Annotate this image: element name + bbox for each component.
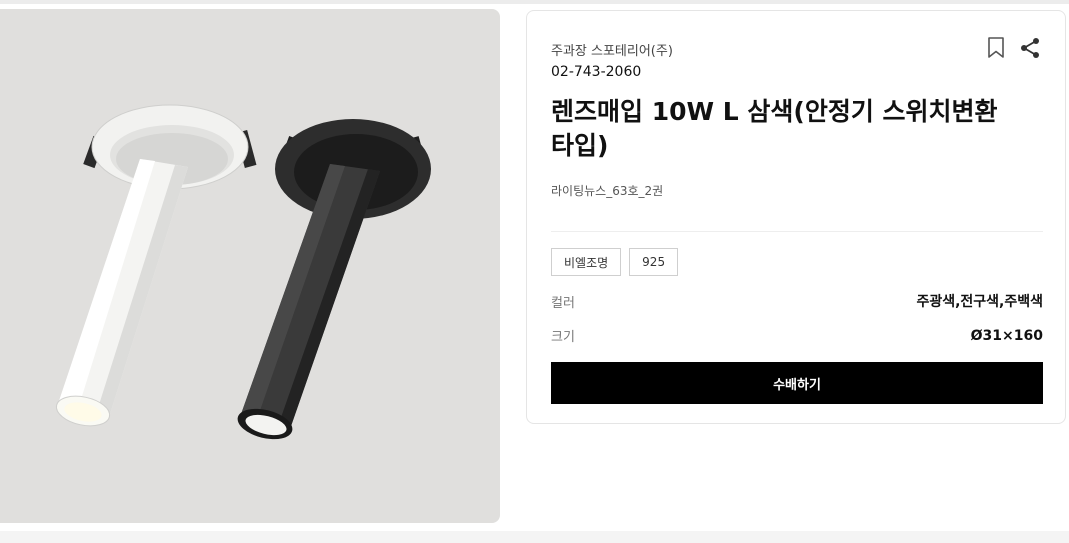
- spec-color-value: 주광색,전구색,주백색: [916, 294, 1043, 310]
- product-photo: [55, 104, 431, 440]
- spec-color-label: 컬러: [551, 295, 575, 311]
- card-actions: [985, 37, 1041, 59]
- spec-row-size: 크기 Ø31×160: [551, 326, 1043, 346]
- spec-size-label: 크기: [551, 330, 575, 345]
- company-name[interactable]: 주과장 스포테리어(주): [551, 40, 673, 59]
- procure-button[interactable]: 수배하기: [551, 362, 1043, 404]
- black-fixture-image: [237, 119, 431, 440]
- company-phone: 02-743-2060: [551, 64, 642, 80]
- product-page: 주과장 스포테리어(주) 02-743-2060 렌즈매입 10W L 삼색(안…: [0, 4, 1069, 531]
- product-info-card: 주과장 스포테리어(주) 02-743-2060 렌즈매입 10W L 삼색(안…: [526, 10, 1066, 424]
- share-icon[interactable]: [1019, 37, 1041, 59]
- spec-size-value: Ø31×160: [970, 327, 1043, 344]
- source-publication: 라이팅뉴스_63호_2권: [551, 184, 664, 198]
- bookmark-icon[interactable]: [985, 37, 1007, 59]
- tag-list: 비엘조명 925: [551, 248, 679, 276]
- white-fixture-image: [55, 104, 257, 427]
- product-title: 렌즈매입 10W L 삼색(안정기 스위치변환 타입): [551, 97, 998, 160]
- tag-brand[interactable]: 비엘조명: [551, 248, 622, 276]
- tag-code[interactable]: 925: [629, 248, 679, 276]
- divider: [551, 231, 1043, 232]
- product-image: [0, 9, 500, 523]
- spec-row-color: 컬러 주광색,전구색,주백색: [551, 291, 1043, 311]
